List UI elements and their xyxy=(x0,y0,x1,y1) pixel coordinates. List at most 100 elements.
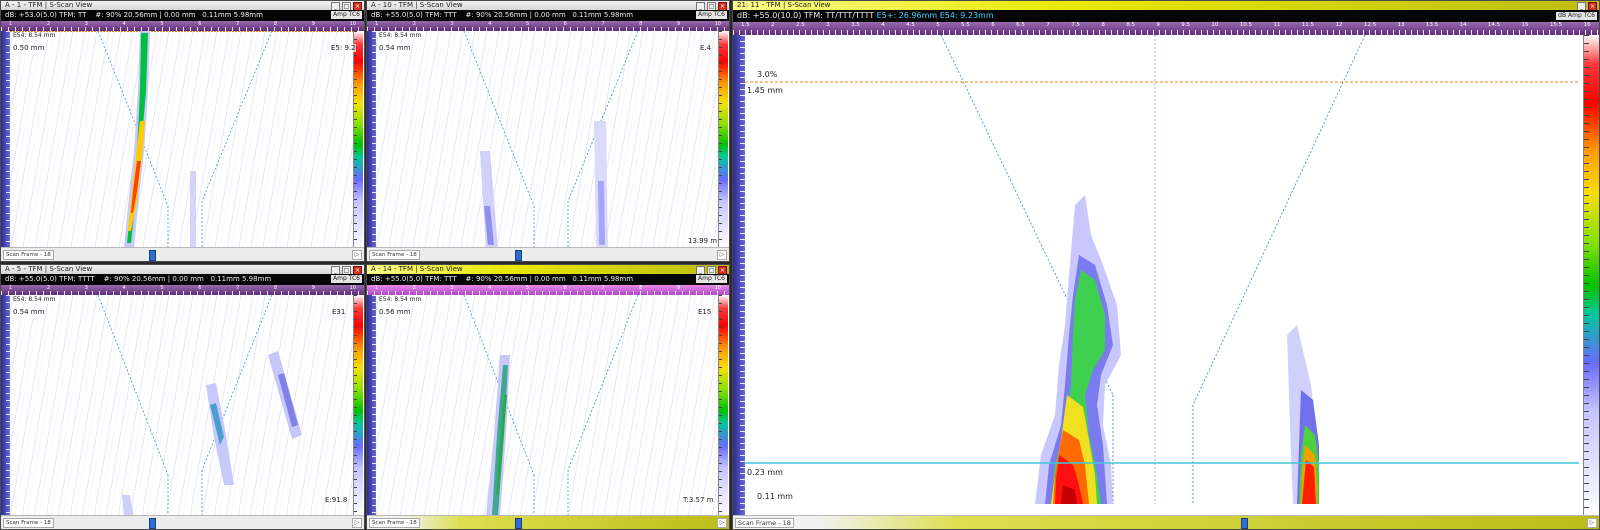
close-icon[interactable]: × xyxy=(353,266,362,274)
ruler-tick-label: 7.5 xyxy=(1071,22,1080,28)
next-frame-icon[interactable]: ▷ xyxy=(1587,518,1597,528)
window-controls: _ □ × xyxy=(696,1,727,10)
ruler-tick-label: 10 xyxy=(1211,22,1219,28)
bottom-corner-label: 13.99 m xyxy=(688,237,718,245)
vertical-ruler xyxy=(733,35,745,517)
info-cursor-readout: E5+: 26.96mm E54: 9.23mm xyxy=(876,11,994,20)
ruler-tick-label: 15.5 xyxy=(1549,22,1563,28)
info-sub: E54: 8.54 mm xyxy=(379,32,422,40)
gate-label: 0.54 mm xyxy=(379,44,411,52)
info-bar: dB: +55.0(5.0) TFM: TTT #: 90% 20.56mm |… xyxy=(367,10,729,21)
pane-title: 21: 11 - TFM | S-Scan View xyxy=(737,1,831,9)
scan-frame-slider[interactable] xyxy=(515,250,522,261)
horizontal-ruler: 1.5 2 2.5 3 3.5 4 4.5 5 5.5 6 6.5 7 7.5 8 8.5 9 9.5 10 10.… xyxy=(733,22,1599,35)
scan-frame-slider[interactable] xyxy=(149,518,156,529)
amp-tag[interactable]: Amp TC6 xyxy=(696,275,727,283)
close-icon[interactable]: × xyxy=(1588,2,1597,10)
scan-frame-slider[interactable] xyxy=(515,518,522,529)
color-scale-ticks xyxy=(719,295,722,517)
minimize-icon[interactable]: _ xyxy=(331,266,340,274)
sscan-plot[interactable] xyxy=(10,31,353,249)
info-bar: dB: +55.0(5.0) TFM: TTT #: 90% 20.56mm |… xyxy=(367,274,729,285)
bottom-corner-label: T:3.57 m xyxy=(683,496,714,504)
info-bar: dB: +55.0(5.0) TFM: TTTT #: 90% 20.56mm … xyxy=(1,274,364,285)
info-sub: E54: 8.54 mm xyxy=(13,32,56,40)
close-icon[interactable]: × xyxy=(353,2,362,10)
horizontal-ruler: 1 2 3 4 5 6 7 8 9 10 xyxy=(1,21,364,31)
ruler-tick-label: 12.5 xyxy=(1363,22,1377,28)
scan-frame-label: Scan Frame - 18 xyxy=(735,518,794,528)
amp-tag[interactable]: dB Amp TC6 xyxy=(1556,12,1597,20)
corner-label: E15 xyxy=(698,308,712,316)
minimize-icon[interactable]: _ xyxy=(696,2,705,10)
bottom-corner-label: E:91.8 xyxy=(325,496,348,504)
maximize-icon[interactable]: □ xyxy=(342,266,351,274)
maximize-icon[interactable]: □ xyxy=(342,2,351,10)
pane-title-bar[interactable]: 21: 11 - TFM | S-Scan View _ × xyxy=(733,1,1599,10)
vertical-ruler xyxy=(367,295,376,517)
info-gain: dB: +55.0(5.0) TFM: TTT xyxy=(371,275,457,283)
ruler-tick-label: 8 xyxy=(1101,22,1105,28)
info-cursor: #: 90% 20.56mm | 0.00 mm xyxy=(465,11,566,19)
ruler-tick-label: 2.5 xyxy=(796,22,805,28)
pane-top-right: A - 10 - TFM | S-Scan View _ □ × dB: +55… xyxy=(366,0,730,262)
pane-title-bar[interactable]: A - 10 - TFM | S-Scan View _ □ × xyxy=(367,1,729,10)
vertical-ruler xyxy=(367,31,376,249)
pane-main: 21: 11 - TFM | S-Scan View _ × dB: +55.0… xyxy=(732,0,1600,530)
horizontal-ruler: 1 2 3 4 5 6 7 8 9 10 xyxy=(1,285,364,295)
amp-tag[interactable]: Amp TC6 xyxy=(331,11,362,19)
next-frame-icon[interactable]: ▷ xyxy=(717,250,727,260)
info-gain: dB: +53.0(5.0) TFM: TT xyxy=(5,11,87,19)
minimize-icon[interactable]: _ xyxy=(331,2,340,10)
close-icon[interactable]: × xyxy=(718,266,727,274)
pane-title-bar[interactable]: A - 14 - TFM | S-Scan View _ □ × xyxy=(367,265,729,274)
next-frame-icon[interactable]: ▷ xyxy=(717,518,727,528)
scan-frame-slider[interactable] xyxy=(149,250,156,261)
ruler-tick-label: 9 xyxy=(1156,22,1160,28)
info-range: 0.11mm 5.98mm xyxy=(572,275,634,283)
ruler-tick-label: 11 xyxy=(1273,22,1281,28)
ruler-tick-label: 2 xyxy=(771,22,775,28)
maximize-icon[interactable]: □ xyxy=(707,266,716,274)
minimize-icon[interactable]: _ xyxy=(696,266,705,274)
maximize-icon[interactable]: □ xyxy=(707,2,716,10)
pane-title-bar[interactable]: A - 1 - TFM | S-Scan View _ □ × xyxy=(1,1,364,10)
vertical-ruler xyxy=(1,31,10,249)
window-controls: _ □ × xyxy=(331,265,362,274)
ruler-tick-label: 9.5 xyxy=(1181,22,1190,28)
next-frame-icon[interactable]: ▷ xyxy=(352,518,362,528)
ruler-tick-label: 13.5 xyxy=(1425,22,1439,28)
amp-tag[interactable]: Amp TC6 xyxy=(696,11,727,19)
next-frame-icon[interactable]: ▷ xyxy=(352,250,362,260)
sscan-plot[interactable] xyxy=(376,31,718,249)
pane-title-bar[interactable]: A - 5 - TFM | S-Scan View _ □ × xyxy=(1,265,364,274)
color-scale xyxy=(718,295,728,517)
bottom-depth-label: 0.11 mm xyxy=(757,492,793,501)
scan-frame-label: Scan Frame - 18 xyxy=(369,250,420,260)
ruler-ticks: 1.5 2 2.5 3 3.5 4 4.5 5 5.5 6 6.5 7 7.5 8 8.5 9 9.5 10 10.… xyxy=(741,22,1591,29)
sscan-plot[interactable] xyxy=(376,295,718,517)
ruler-tick-label: 1.5 xyxy=(741,22,750,28)
ruler-tick-label: 4.5 xyxy=(906,22,915,28)
gate-label: 0.50 mm xyxy=(13,44,45,52)
color-scale xyxy=(353,295,363,517)
color-scale-ticks xyxy=(354,31,357,249)
minimize-icon[interactable]: _ xyxy=(1577,2,1586,10)
scan-frame-bar: Scan Frame - 18 ▷ xyxy=(1,247,364,261)
color-scale-ticks xyxy=(719,31,722,249)
info-range: 0.11mm 5.98mm xyxy=(572,11,634,19)
ruler-tick-label: 14.5 xyxy=(1487,22,1501,28)
ruler-tick-label: 13 xyxy=(1397,22,1405,28)
sscan-image xyxy=(10,295,353,517)
sscan-plot[interactable] xyxy=(745,35,1579,504)
scan-frame-slider[interactable] xyxy=(1241,518,1248,529)
scan-frame-bar: Scan Frame - 18 ▷ xyxy=(367,247,729,261)
sscan-plot[interactable] xyxy=(10,295,353,517)
ruler-tick-label: 12 xyxy=(1335,22,1343,28)
close-icon[interactable]: × xyxy=(718,2,727,10)
ruler-tick-label: 7 xyxy=(1046,22,1050,28)
info-bar: dB: +53.0(5.0) TFM: TT #: 90% 20.56mm | … xyxy=(1,10,364,21)
amp-tag[interactable]: Amp TC6 xyxy=(331,275,362,283)
corner-label: E5: 9.2 xyxy=(331,44,356,52)
pane-bottom-left: A - 5 - TFM | S-Scan View _ □ × dB: +55.… xyxy=(0,264,365,530)
